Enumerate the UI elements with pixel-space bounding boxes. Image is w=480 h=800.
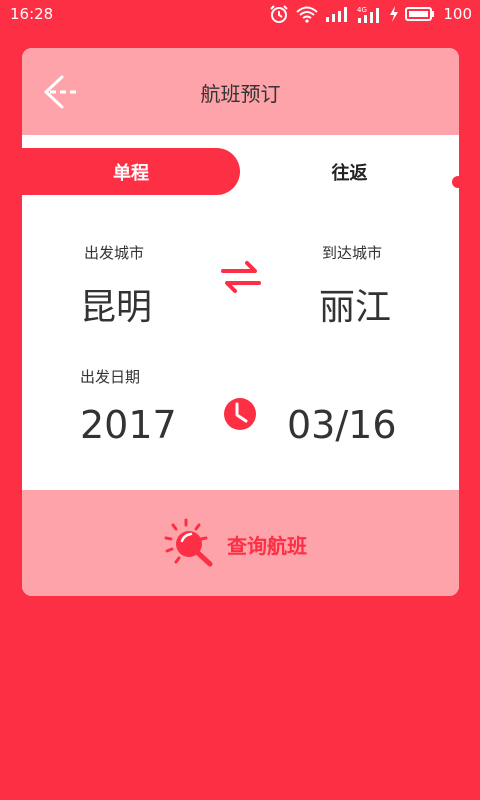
clock-icon bbox=[224, 398, 256, 430]
departure-date-label: 出发日期 bbox=[80, 368, 141, 386]
search-flights-button[interactable]: 查询航班 bbox=[22, 490, 459, 596]
arrival-city[interactable]: 丽江 bbox=[319, 278, 391, 330]
date-picker-button[interactable] bbox=[223, 397, 257, 431]
search-icon bbox=[164, 518, 213, 567]
battery-icon bbox=[405, 7, 435, 21]
card-notch-left bbox=[16, 176, 28, 188]
status-time: 16:28 bbox=[10, 5, 54, 23]
departure-city[interactable]: 昆明 bbox=[80, 278, 152, 330]
status-bar: 16:28 4G 100 bbox=[0, 0, 480, 28]
status-icons: 4G 100 bbox=[269, 4, 472, 24]
date-month-day[interactable]: 03/16 bbox=[287, 403, 397, 447]
swap-icon bbox=[221, 261, 261, 293]
search-flights-label: 查询航班 bbox=[227, 534, 307, 558]
card-notch-right bbox=[452, 176, 464, 188]
alarm-icon bbox=[270, 5, 289, 23]
page-title: 航班预订 bbox=[200, 82, 281, 106]
card-header: 航班预订 bbox=[22, 48, 459, 135]
date-year[interactable]: 2017 bbox=[80, 403, 177, 447]
arrival-city-label: 到达城市 bbox=[322, 244, 383, 262]
swap-button[interactable] bbox=[219, 259, 263, 295]
booking-card: 航班预订 单程 往返 出发城市 昆明 到达城市 丽江 出发日期 2017 03/… bbox=[22, 48, 459, 596]
tab-one-way[interactable]: 单程 bbox=[22, 148, 240, 195]
signal-icon bbox=[326, 7, 348, 22]
svg-text:4G: 4G bbox=[357, 6, 367, 14]
battery-percentage: 100 bbox=[443, 5, 472, 23]
departure-city-label: 出发城市 bbox=[84, 244, 145, 262]
charging-icon bbox=[390, 6, 399, 22]
tab-round-trip[interactable]: 往返 bbox=[240, 148, 459, 195]
signal-4g-icon: 4G bbox=[357, 6, 380, 23]
wifi-icon bbox=[296, 6, 319, 23]
